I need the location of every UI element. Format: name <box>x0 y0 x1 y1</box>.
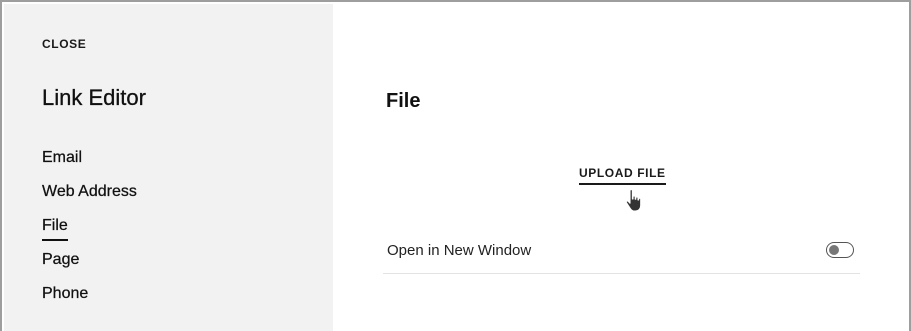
nav-item-label: Email <box>42 149 83 166</box>
sidebar: CLOSE Link Editor Email Web Address File… <box>4 4 333 331</box>
upload-file-button[interactable]: UPLOAD FILE <box>579 166 666 185</box>
open-in-new-window-label: Open in New Window <box>387 242 532 259</box>
nav-item-email[interactable]: Email <box>42 148 137 182</box>
main-panel: File UPLOAD FILE Open in New Window <box>333 4 909 331</box>
close-button[interactable]: CLOSE <box>42 37 86 51</box>
open-in-new-window-toggle[interactable] <box>826 242 854 258</box>
nav-item-phone[interactable]: Phone <box>42 284 137 318</box>
link-editor-dialog: CLOSE Link Editor Email Web Address File… <box>0 0 911 331</box>
nav-item-label: Phone <box>42 285 89 302</box>
nav-item-web-address[interactable]: Web Address <box>42 182 137 216</box>
nav-item-file[interactable]: File <box>42 216 137 250</box>
nav-item-label: File <box>42 216 68 241</box>
toggle-knob <box>829 244 839 255</box>
panel-title: File <box>386 90 421 112</box>
hand-pointer-icon <box>625 189 642 212</box>
open-in-new-window-row: Open in New Window <box>383 232 860 274</box>
nav-item-label: Page <box>42 251 80 268</box>
nav-item-page[interactable]: Page <box>42 250 137 284</box>
link-type-nav: Email Web Address File Page Phone <box>42 148 137 318</box>
sidebar-title: Link Editor <box>42 85 146 110</box>
nav-item-label: Web Address <box>42 183 137 200</box>
